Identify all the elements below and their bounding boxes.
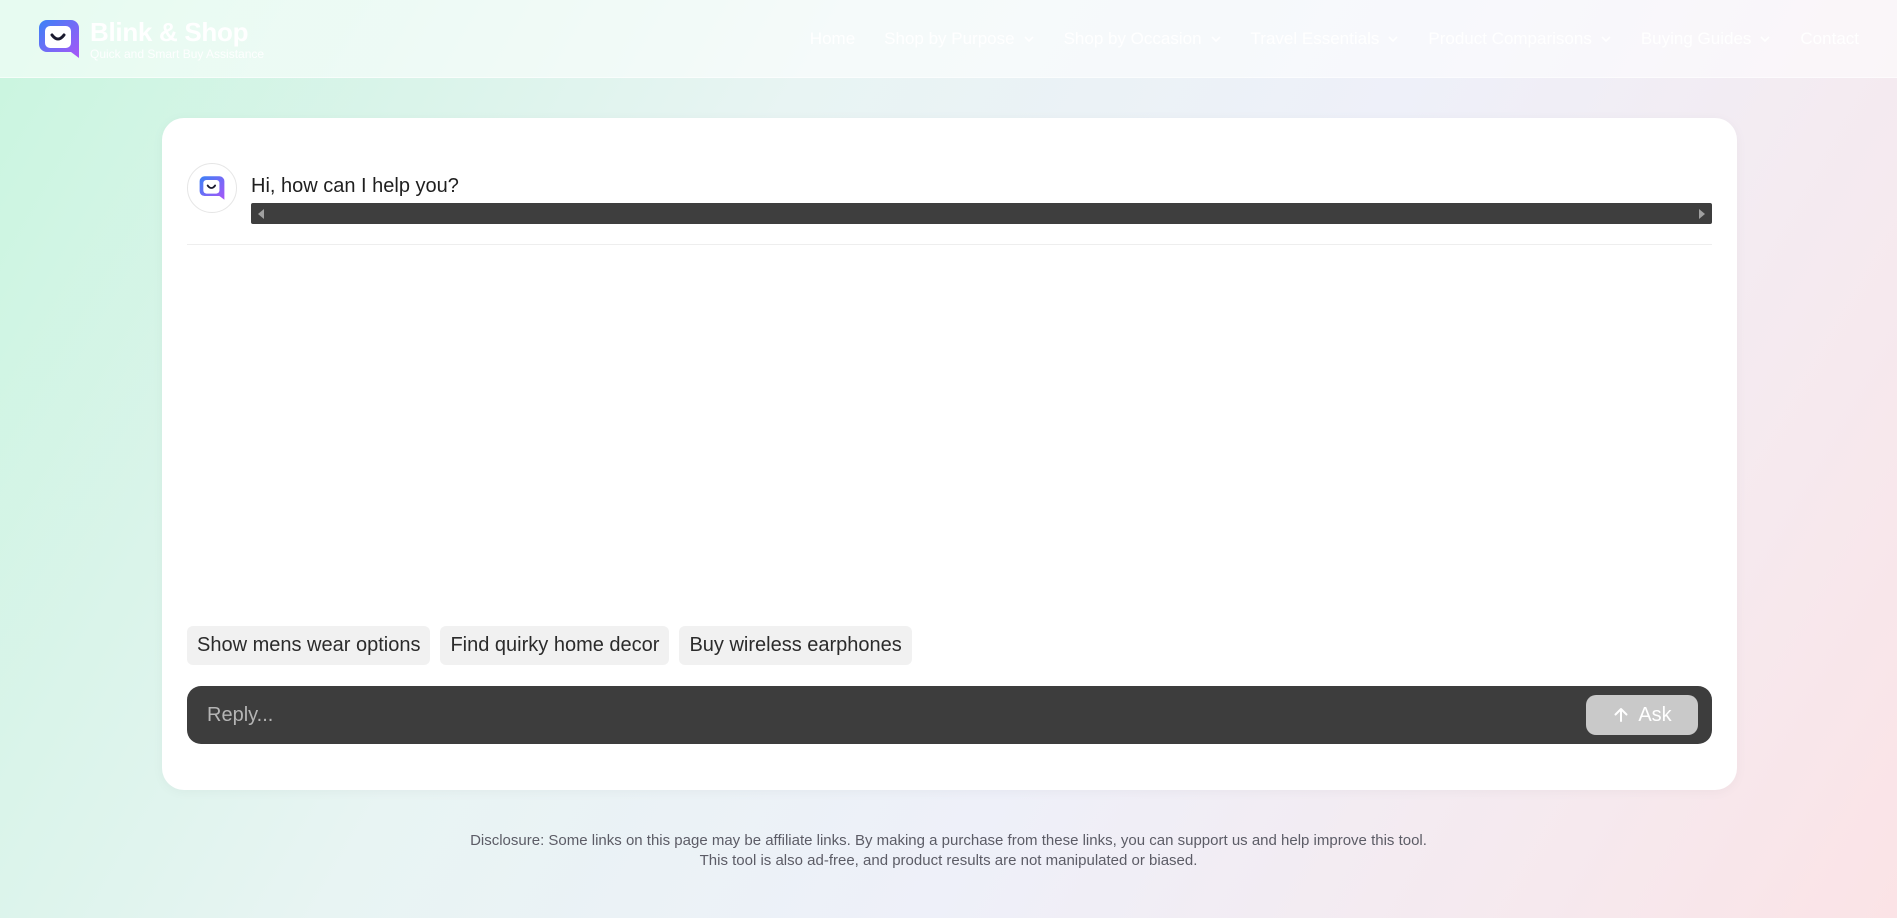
arrow-up-icon — [1614, 708, 1628, 722]
assistant-avatar — [187, 163, 237, 213]
ask-button[interactable]: Ask — [1586, 695, 1698, 735]
nav-item-shop-by-occasion[interactable]: Shop by Occasion — [1064, 29, 1222, 49]
nav-item-contact[interactable]: Contact — [1800, 29, 1859, 49]
reply-input[interactable] — [207, 686, 1507, 744]
nav-item-home[interactable]: Home — [810, 29, 855, 49]
nav-item-buying-guides[interactable]: Buying Guides — [1641, 29, 1772, 49]
chevron-down-icon — [1024, 36, 1034, 43]
affiliate-disclosure: Disclosure: Some links on this page may … — [0, 831, 1897, 871]
chevron-down-icon — [1210, 36, 1221, 43]
nav-item-label: Contact — [1800, 29, 1859, 48]
disclosure-line-2: This tool is also ad-free, and product r… — [699, 852, 1198, 869]
chat-card: Hi, how can I help you? Show mens wear o… — [162, 118, 1737, 790]
nav-item-label: Shop by Occasion — [1063, 29, 1202, 48]
nav-item-product-comparisons[interactable]: Product Comparisons — [1428, 29, 1611, 49]
smile-chat-icon — [38, 18, 80, 60]
assistant-message-text: Hi, how can I help you? — [251, 175, 459, 197]
nav-item-label: Home — [809, 29, 856, 48]
main-nav: Home Shop by Purpose Shop by Occasion Tr… — [781, 25, 1859, 53]
nav-item-shop-by-purpose[interactable]: Shop by Purpose — [884, 29, 1034, 49]
nav-item-label: Product Comparisons — [1428, 29, 1592, 48]
suggestion-chip[interactable]: Find quirky home decor — [440, 626, 670, 665]
nav-item-label: Travel Essentials — [1250, 29, 1380, 48]
brand-logo-link[interactable]: Blink & Shop Quick and Smart Buy Assista… — [38, 14, 264, 64]
ask-button-label: Ask — [1638, 703, 1672, 726]
suggestion-chip[interactable]: Buy wireless earphones — [679, 626, 912, 665]
message-divider — [187, 244, 1712, 245]
nav-item-label: Buying Guides — [1640, 29, 1752, 48]
scroll-left-arrow-icon[interactable] — [258, 209, 264, 219]
nav-item-label: Shop by Purpose — [884, 29, 1015, 48]
disclosure-line-1: Disclosure: Some links on this page may … — [470, 832, 1427, 849]
scroll-right-arrow-icon[interactable] — [1699, 209, 1705, 219]
brand-tagline: Quick and Smart Buy Assistance — [90, 47, 265, 61]
chevron-down-icon — [1388, 36, 1398, 43]
horizontal-scrollbar[interactable] — [251, 203, 1712, 224]
site-header: Blink & Shop Quick and Smart Buy Assista… — [0, 0, 1897, 78]
suggestion-chip[interactable]: Show mens wear options — [187, 626, 431, 665]
chevron-down-icon — [1760, 36, 1770, 43]
assistant-message: Hi, how can I help you? — [187, 163, 1712, 225]
suggestion-chips: Show mens wear options Find quirky home … — [187, 626, 912, 665]
brand-name: Blink & Shop — [90, 17, 249, 47]
nav-item-travel-essentials[interactable]: Travel Essentials — [1251, 29, 1400, 49]
chevron-down-icon — [1601, 36, 1611, 43]
smile-chat-icon — [199, 176, 225, 200]
reply-bar: Ask — [187, 686, 1712, 744]
